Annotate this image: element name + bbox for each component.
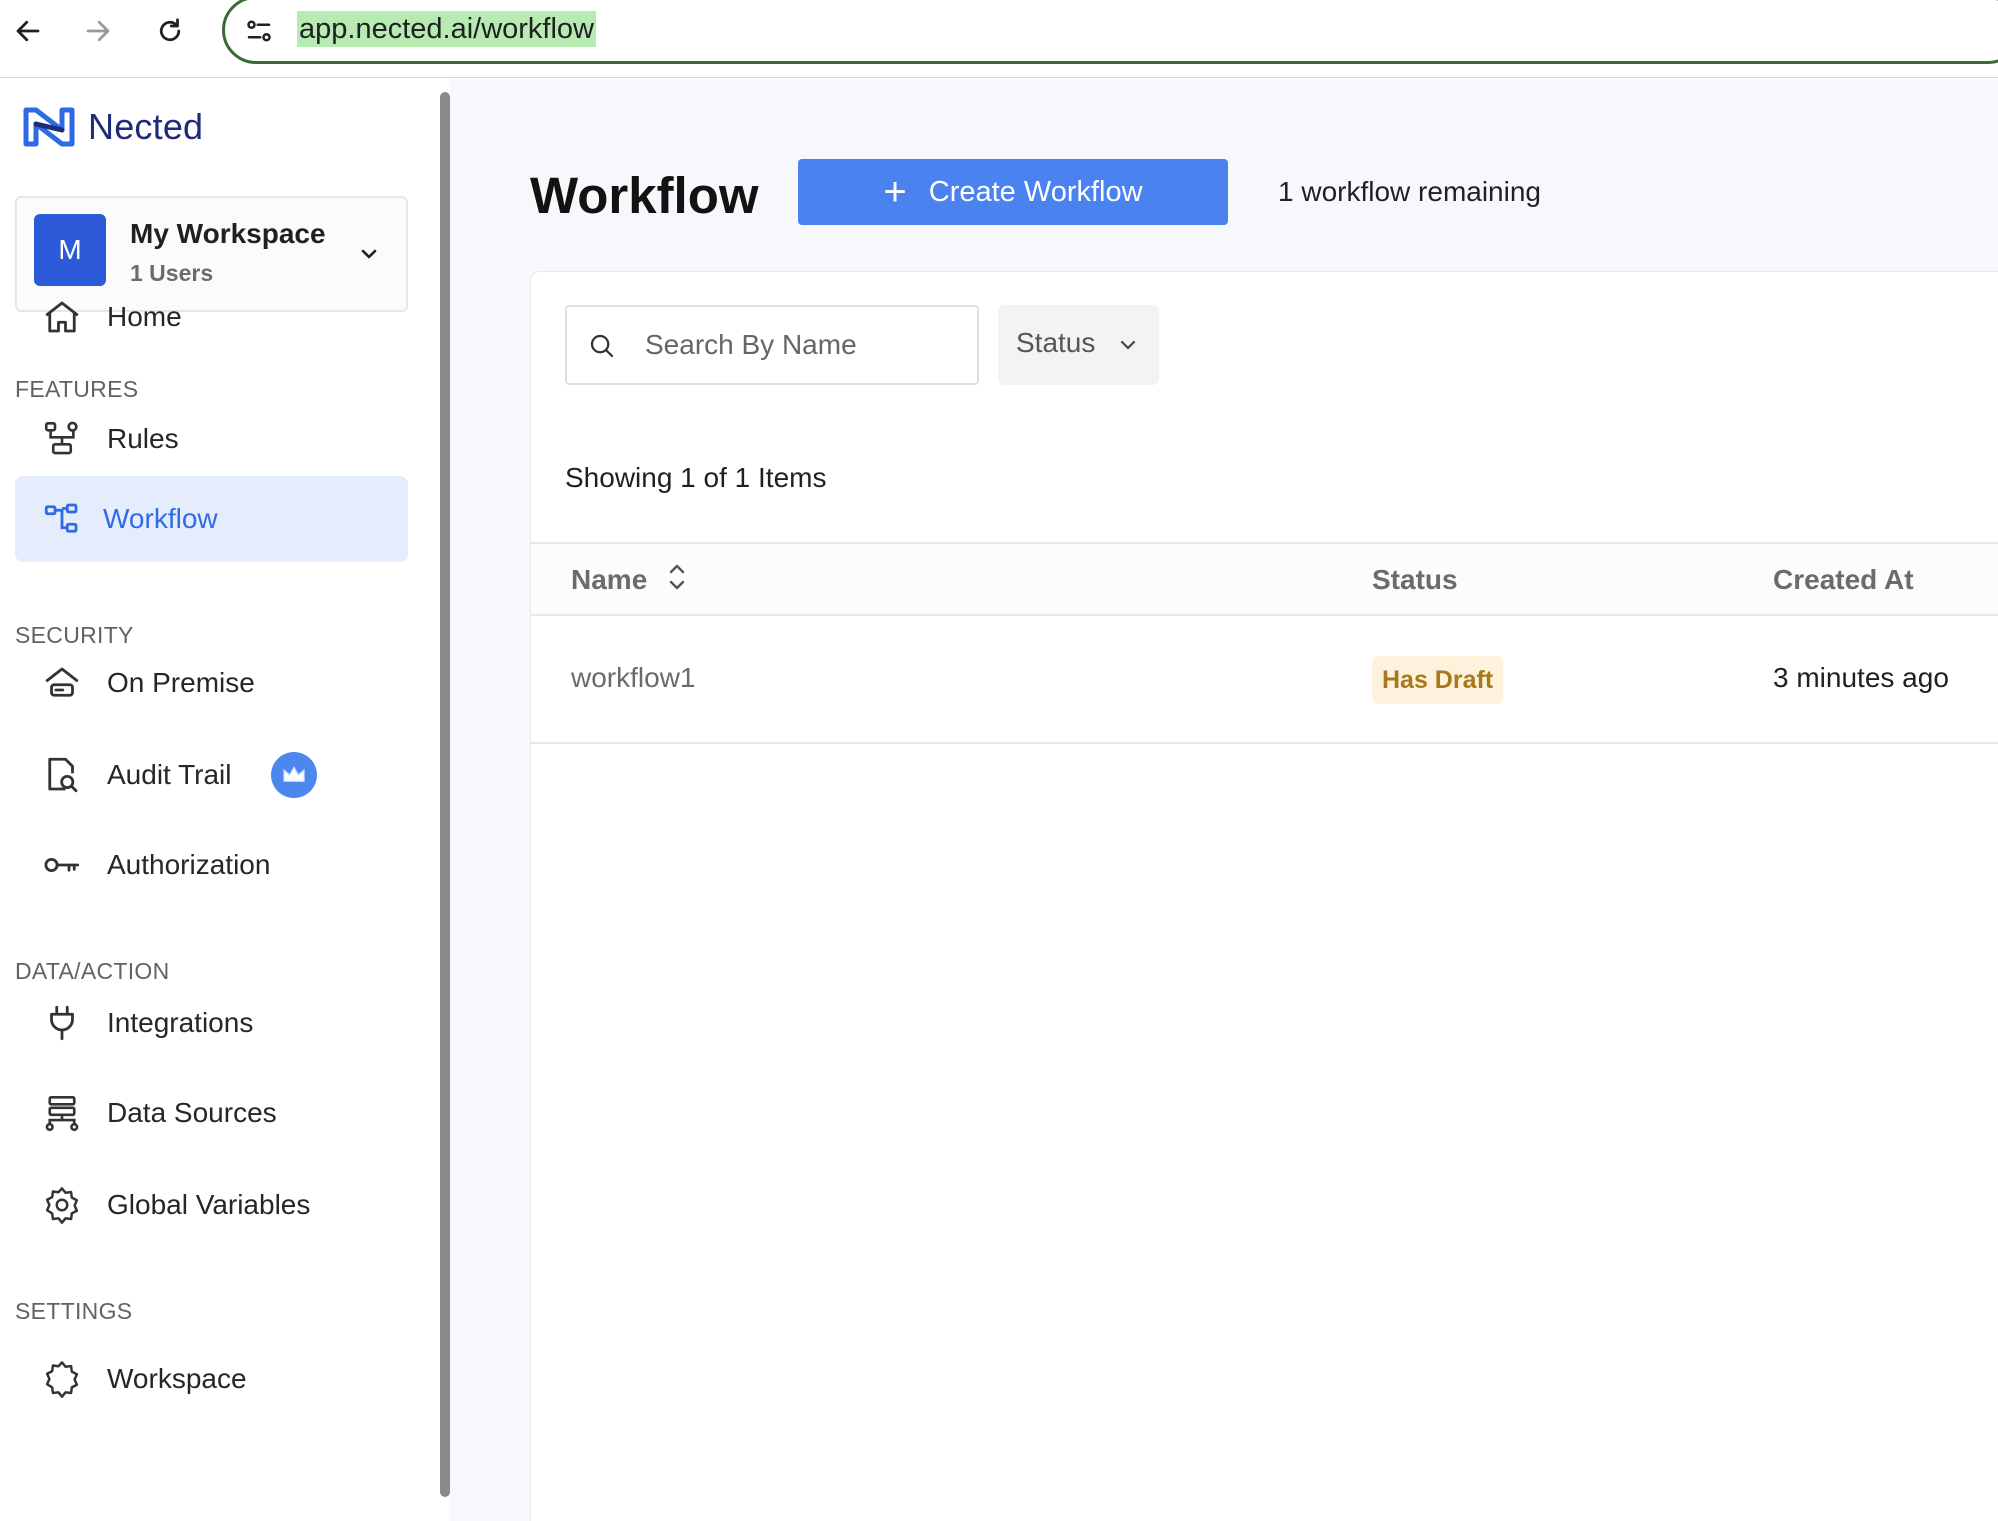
status-filter-dropdown[interactable]: Status <box>998 305 1159 385</box>
premium-crown-icon <box>271 752 317 798</box>
site-info-icon[interactable] <box>241 13 277 49</box>
on-premise-icon <box>39 660 85 706</box>
back-arrow-icon[interactable] <box>6 9 50 53</box>
showing-count: Showing 1 of 1 Items <box>565 462 827 493</box>
sidebar-item-global-variables[interactable]: Global Variables <box>15 1162 408 1248</box>
logo-text: Nected <box>88 106 204 147</box>
sidebar-item-label: Data Sources <box>107 1097 277 1128</box>
search-input[interactable] <box>645 325 965 365</box>
workflow-name-cell[interactable]: workflow1 <box>571 662 695 694</box>
sidebar-item-label: Workspace <box>107 1363 247 1394</box>
section-label-settings: SETTINGS <box>15 1298 133 1324</box>
sidebar-item-label: Audit Trail <box>107 759 232 790</box>
table-header: Name Status Created At <box>531 542 1998 616</box>
sort-icon[interactable] <box>667 558 687 596</box>
workflow-list-panel: Status Showing 1 of 1 Items Name Status … <box>530 271 1998 1521</box>
search-icon <box>590 334 614 358</box>
data-sources-icon <box>39 1090 85 1136</box>
sidebar-item-on-premise[interactable]: On Premise <box>15 640 408 726</box>
sidebar-item-label: On Premise <box>107 667 255 698</box>
workflow-remaining-text: 1 workflow remaining <box>1278 176 1541 207</box>
nected-logo-icon <box>23 107 75 147</box>
sidebar-item-label: Integrations <box>107 1007 254 1038</box>
browser-toolbar: app.nected.ai/workflow <box>0 0 1998 78</box>
column-header-created-at: Created At <box>1773 564 1914 595</box>
home-icon <box>39 294 85 340</box>
main-content: Workflow + Create Workflow 1 workflow re… <box>450 78 1998 1521</box>
global-variables-icon <box>39 1182 85 1228</box>
url-text[interactable]: app.nected.ai/workflow <box>297 11 596 47</box>
workspace-name: My Workspace <box>130 218 326 249</box>
nected-logo[interactable]: Nected <box>20 104 203 150</box>
chevron-down-icon <box>361 249 377 259</box>
plug-icon <box>39 1000 85 1046</box>
created-at-cell: 3 minutes ago <box>1773 662 1949 693</box>
address-bar[interactable]: app.nected.ai/workflow <box>222 0 1998 64</box>
sidebar-item-rules[interactable]: Rules <box>15 396 408 482</box>
create-workflow-button[interactable]: + Create Workflow <box>798 159 1228 225</box>
audit-trail-icon <box>39 752 85 798</box>
sidebar-item-label: Home <box>107 301 182 332</box>
create-workflow-label: Create Workflow <box>928 175 1143 208</box>
sidebar-item-authorization[interactable]: Authorization <box>15 822 408 908</box>
status-badge: Has Draft <box>1372 656 1504 704</box>
column-header-status: Status <box>1372 564 1458 595</box>
sidebar-item-data-sources[interactable]: Data Sources <box>15 1070 408 1156</box>
sidebar-item-label: Rules <box>107 423 179 454</box>
sidebar-item-label: Global Variables <box>107 1189 311 1220</box>
sidebar-item-label: Workflow <box>103 503 218 534</box>
sidebar-item-audit-trail[interactable]: Audit Trail <box>15 732 408 818</box>
workspace-settings-icon <box>39 1356 85 1402</box>
sidebar-item-workspace[interactable]: Workspace <box>15 1336 408 1422</box>
forward-arrow-icon[interactable] <box>76 9 120 53</box>
plus-icon: + <box>883 170 907 214</box>
table-row[interactable]: workflow1 Has Draft 3 minutes ago <box>531 616 1998 744</box>
status-filter-label: Status <box>1016 327 1096 358</box>
sidebar-item-label: Authorization <box>107 849 271 880</box>
rules-icon <box>39 416 85 462</box>
sidebar-item-integrations[interactable]: Integrations <box>15 980 408 1066</box>
reload-icon[interactable] <box>148 9 192 53</box>
column-header-name[interactable]: Name <box>571 564 647 596</box>
page-title: Workflow <box>530 167 759 224</box>
sidebar-item-home[interactable]: Home <box>15 274 408 360</box>
sidebar: Nected M My Workspace 1 Users Home FEATU… <box>0 78 440 1521</box>
workflow-icon <box>39 496 85 542</box>
sidebar-scrollbar[interactable] <box>440 92 450 1497</box>
search-field[interactable] <box>565 305 979 385</box>
chevron-down-icon <box>1120 340 1136 350</box>
key-icon <box>39 842 85 888</box>
sidebar-item-workflow[interactable]: Workflow <box>15 476 408 562</box>
